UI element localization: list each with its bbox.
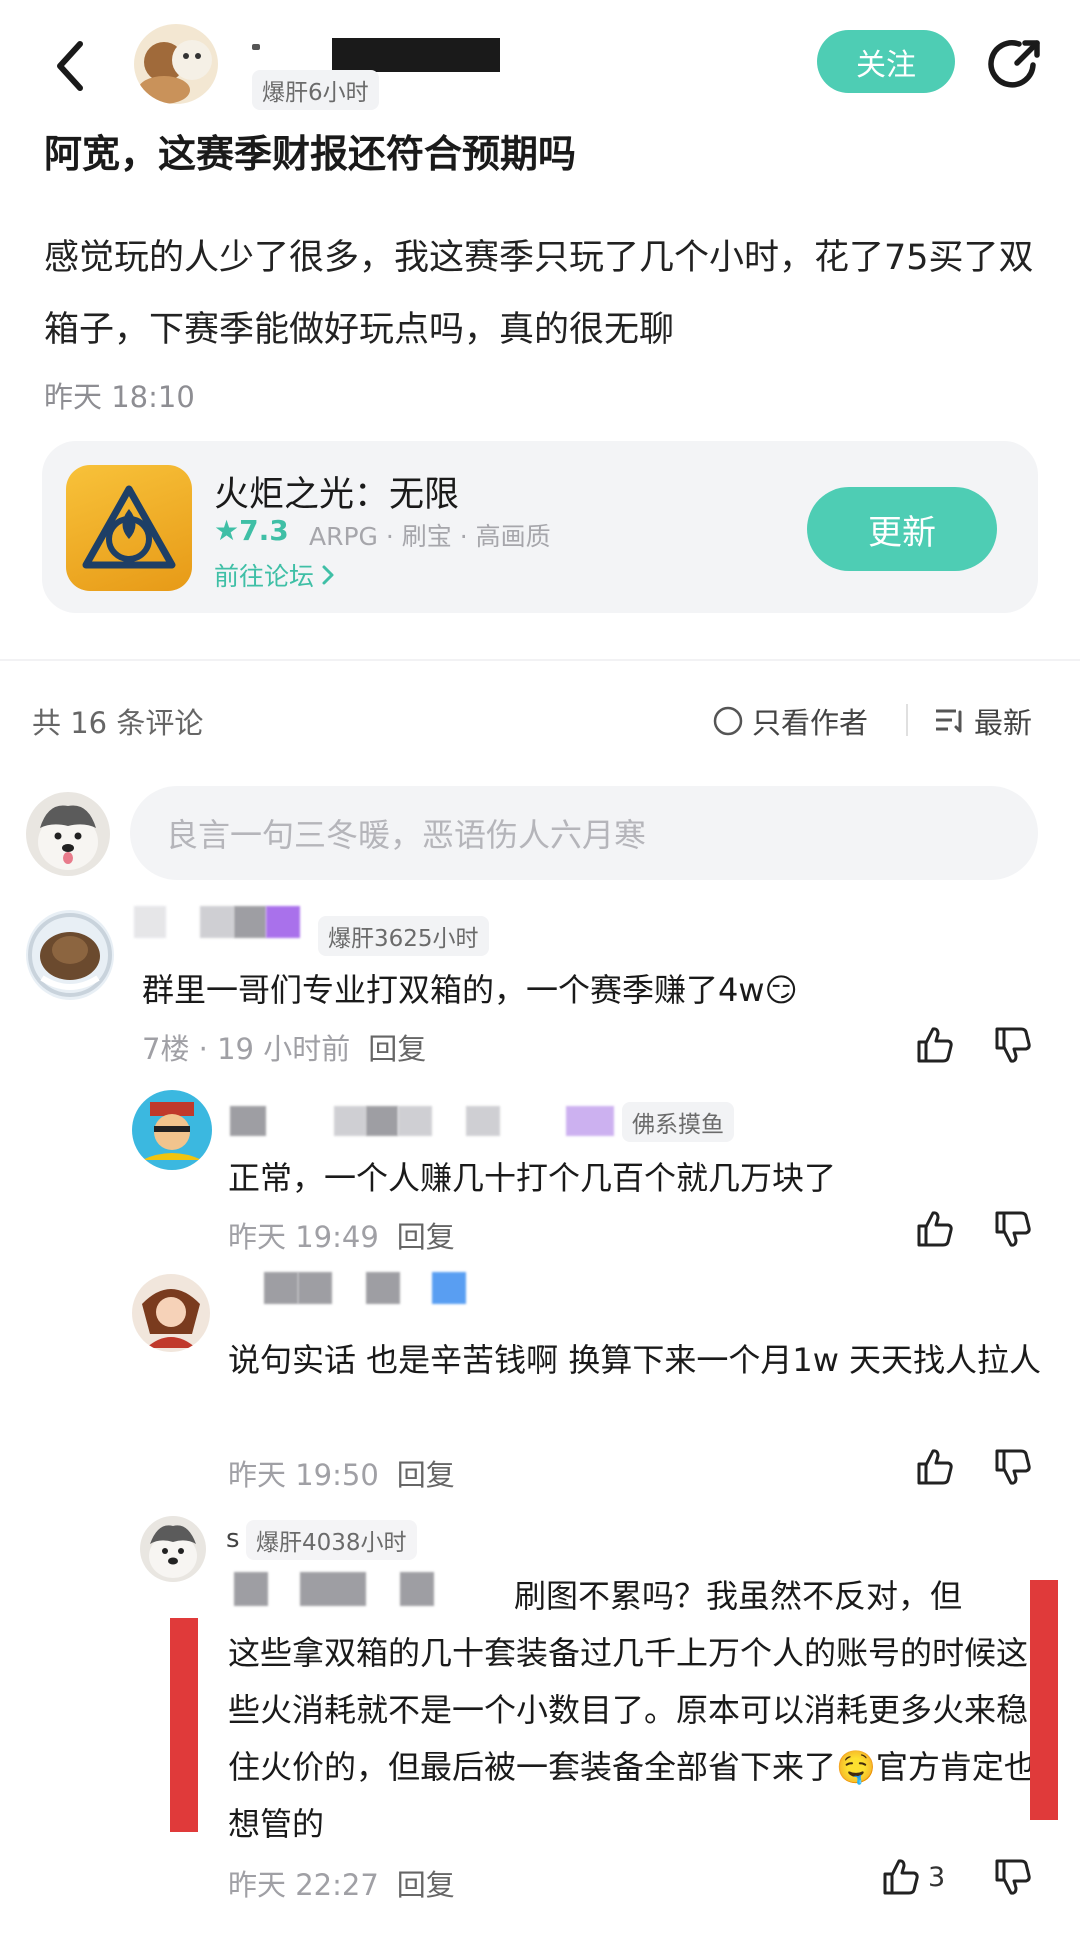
redacted-name bbox=[298, 1272, 332, 1304]
dislike-button[interactable] bbox=[988, 1020, 1038, 1070]
drool-emoji-icon: 🤤 bbox=[836, 1748, 876, 1786]
post-title: 阿宽，这赛季财报还符合预期吗 bbox=[44, 132, 577, 176]
comment-text-lead: 刷图不累吗？我虽然不反对，但 bbox=[514, 1577, 963, 1615]
reply-button[interactable]: 回复 bbox=[368, 1032, 426, 1066]
dislike-button[interactable] bbox=[988, 1204, 1038, 1254]
update-button[interactable]: 更新 bbox=[807, 487, 997, 571]
redacted-name bbox=[134, 906, 166, 938]
dislike-button[interactable] bbox=[988, 1852, 1038, 1902]
comment-input[interactable]: 良言一句三冬暖，恶语伤人六月寒 bbox=[130, 786, 1038, 880]
thumbs-down-icon bbox=[995, 1449, 1031, 1485]
reply-button[interactable]: 回复 bbox=[397, 1220, 455, 1254]
author-badge: 爆肝6小时 bbox=[252, 70, 379, 110]
like-button[interactable] bbox=[910, 1204, 960, 1254]
redacted-name bbox=[432, 1272, 466, 1304]
thumbs-down-icon bbox=[995, 1859, 1031, 1895]
dislike-button[interactable] bbox=[988, 1442, 1038, 1492]
redacted-name bbox=[266, 906, 300, 938]
comment-meta: 昨天 22:27 回复 bbox=[228, 1862, 455, 1904]
chevron-right-icon bbox=[322, 565, 334, 585]
comment-meta-text: 7楼 · 19 小时前 bbox=[142, 1032, 351, 1066]
author-name-fragment bbox=[252, 44, 260, 50]
redacted-name bbox=[264, 1272, 298, 1304]
comment-meta: 昨天 19:49 回复 bbox=[228, 1214, 455, 1256]
redacted-name bbox=[366, 1106, 398, 1136]
like-button[interactable]: 3 bbox=[880, 1852, 945, 1902]
redacted-name bbox=[300, 1572, 366, 1606]
author-avatar[interactable] bbox=[134, 24, 218, 104]
thumbs-up-icon bbox=[917, 1211, 953, 1247]
redacted-name bbox=[234, 1572, 268, 1606]
redacted-name bbox=[366, 1272, 400, 1304]
post-body: 感觉玩的人少了很多，我这赛季只玩了几个小时，花了75买了双箱子，下赛季能做好玩点… bbox=[44, 238, 1034, 350]
commenter-avatar[interactable] bbox=[140, 1516, 206, 1582]
redacted-name bbox=[566, 1106, 614, 1136]
follow-button[interactable]: 关注 bbox=[817, 30, 955, 93]
comment-meta: 昨天 19:50 回复 bbox=[228, 1452, 455, 1494]
redacted-name bbox=[466, 1106, 500, 1136]
comment-text: 群里一哥们专业打双箱的，一个赛季赚了4w😏 bbox=[142, 962, 1022, 1019]
comment-meta-text: 昨天 19:49 bbox=[228, 1220, 379, 1254]
thumbs-down-icon bbox=[995, 1027, 1031, 1063]
like-button[interactable] bbox=[910, 1020, 960, 1070]
forum-link[interactable]: 前往论坛 bbox=[214, 557, 336, 593]
thumbs-up-icon bbox=[917, 1449, 953, 1485]
comment-meta: 7楼 · 19 小时前 回复 bbox=[142, 1026, 426, 1068]
redacted-name bbox=[230, 1106, 266, 1136]
reply-button[interactable]: 回复 bbox=[397, 1868, 455, 1902]
thumbs-up-icon bbox=[883, 1859, 919, 1895]
commenter-badge: 佛系摸鱼 bbox=[622, 1102, 734, 1142]
smirk-emoji-icon: 😏 bbox=[764, 971, 798, 1009]
share-button[interactable] bbox=[980, 30, 1048, 98]
header-divider bbox=[906, 704, 908, 736]
commenter-badge: 爆肝4038小时 bbox=[246, 1520, 417, 1560]
author-only-label: 只看作者 bbox=[752, 706, 869, 740]
comment-meta-text: 昨天 19:50 bbox=[228, 1458, 379, 1492]
game-icon[interactable] bbox=[66, 465, 192, 591]
game-name: 火炬之光：无限 bbox=[214, 475, 460, 515]
thumbs-down-icon bbox=[995, 1211, 1031, 1247]
redacted-name bbox=[234, 906, 266, 938]
radio-circle-icon bbox=[713, 706, 743, 736]
comment-count: 共 16 条评论 bbox=[32, 706, 204, 740]
game-tags: ARPG · 刷宝 · 高画质 bbox=[309, 522, 551, 551]
post-time: 昨天 18:10 bbox=[44, 380, 195, 414]
annotation-mark bbox=[170, 1618, 198, 1832]
reply-button[interactable]: 回复 bbox=[397, 1458, 455, 1492]
commenter-badge: 爆肝3625小时 bbox=[318, 916, 489, 956]
share-icon bbox=[988, 40, 1040, 88]
redacted-name bbox=[200, 906, 234, 938]
chevron-left-icon bbox=[57, 41, 83, 91]
comment-text: 正常，一个人赚几十打个几百个就几万块了 bbox=[228, 1159, 837, 1197]
commenter-avatar[interactable] bbox=[132, 1274, 210, 1352]
section-divider bbox=[0, 659, 1080, 661]
redacted-name bbox=[334, 1106, 366, 1136]
redacted-name bbox=[400, 1572, 434, 1606]
forum-link-label: 前往论坛 bbox=[214, 562, 315, 591]
like-count: 3 bbox=[928, 1861, 946, 1893]
comment-text-content: 群里一哥们专业打双箱的，一个赛季赚了4w bbox=[142, 971, 765, 1009]
sort-button[interactable]: 最新 bbox=[934, 700, 1032, 742]
thumbs-up-icon bbox=[917, 1027, 953, 1063]
redacted-name bbox=[398, 1106, 432, 1136]
author-name-redaction bbox=[332, 38, 500, 72]
sort-label: 最新 bbox=[974, 706, 1033, 740]
game-rating: ★7.3 bbox=[214, 514, 289, 547]
commenter-name-initial: s bbox=[226, 1524, 240, 1554]
commenter-avatar[interactable] bbox=[26, 910, 114, 1000]
current-user-avatar bbox=[26, 792, 110, 876]
back-button[interactable] bbox=[40, 36, 100, 96]
sort-icon bbox=[936, 709, 962, 733]
like-button[interactable] bbox=[910, 1442, 960, 1492]
commenter-avatar[interactable] bbox=[132, 1090, 212, 1170]
author-only-toggle[interactable]: 只看作者 bbox=[712, 700, 868, 742]
comment-text: 说句实话 也是辛苦钱啊 换算下来一个月1w 天天找人拉人 bbox=[228, 1341, 1042, 1379]
comment-input-placeholder: 良言一句三冬暖，恶语伤人六月寒 bbox=[166, 816, 647, 854]
annotation-mark bbox=[1030, 1580, 1058, 1820]
comment-text: 这些拿双箱的几十套装备过几千上万个人的账号的时候这些火消耗就不是一个小数目了。原… bbox=[228, 1625, 1040, 1853]
comment-meta-text: 昨天 22:27 bbox=[228, 1868, 379, 1902]
